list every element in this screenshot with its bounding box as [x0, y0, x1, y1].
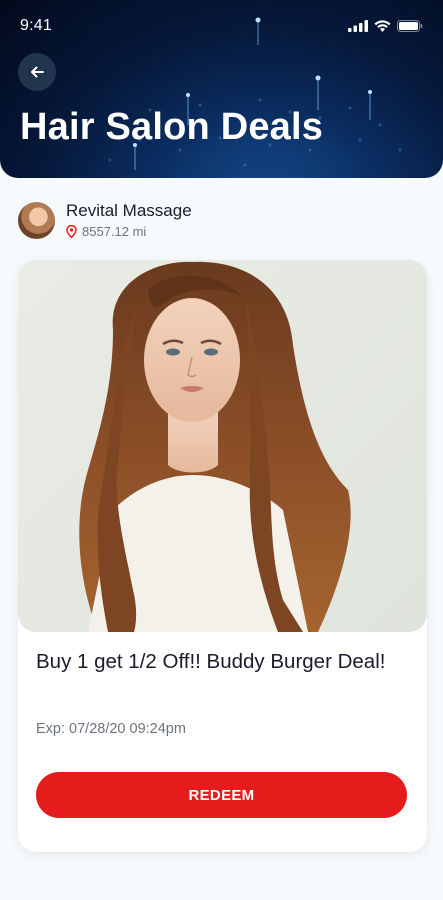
- merchant-avatar: [18, 201, 55, 239]
- back-arrow-icon: [31, 66, 44, 78]
- header-banner: 9:41 Hair Salon Deals: [0, 0, 443, 178]
- merchant-info: Revital Massage 8557.12 mi: [66, 201, 192, 239]
- wifi-icon: [374, 20, 391, 32]
- deal-photo-woman: [79, 261, 351, 632]
- status-icons: [348, 20, 423, 32]
- status-bar: 9:41: [0, 0, 443, 52]
- redeem-button[interactable]: REDEEM: [36, 772, 407, 818]
- battery-icon: [397, 20, 423, 32]
- signal-icon: [348, 20, 368, 32]
- deal-expiry: Exp: 07/28/20 09:24pm: [36, 721, 186, 737]
- location-pin-icon: [66, 225, 77, 238]
- merchant-name: Revital Massage: [66, 201, 192, 220]
- deal-card[interactable]: Buy 1 get 1/2 Off!! Buddy Burger Deal! E…: [18, 260, 427, 852]
- merchant-distance: 8557.12 mi: [82, 224, 147, 239]
- deal-image: [18, 260, 427, 632]
- page-title: Hair Salon Deals: [20, 106, 324, 148]
- merchant-distance-row: 8557.12 mi: [66, 224, 192, 239]
- deal-title: Buy 1 get 1/2 Off!! Buddy Burger Deal!: [36, 650, 386, 673]
- back-button[interactable]: [18, 53, 56, 91]
- merchant-row[interactable]: Revital Massage 8557.12 mi: [18, 200, 192, 240]
- status-time: 9:41: [20, 17, 52, 34]
